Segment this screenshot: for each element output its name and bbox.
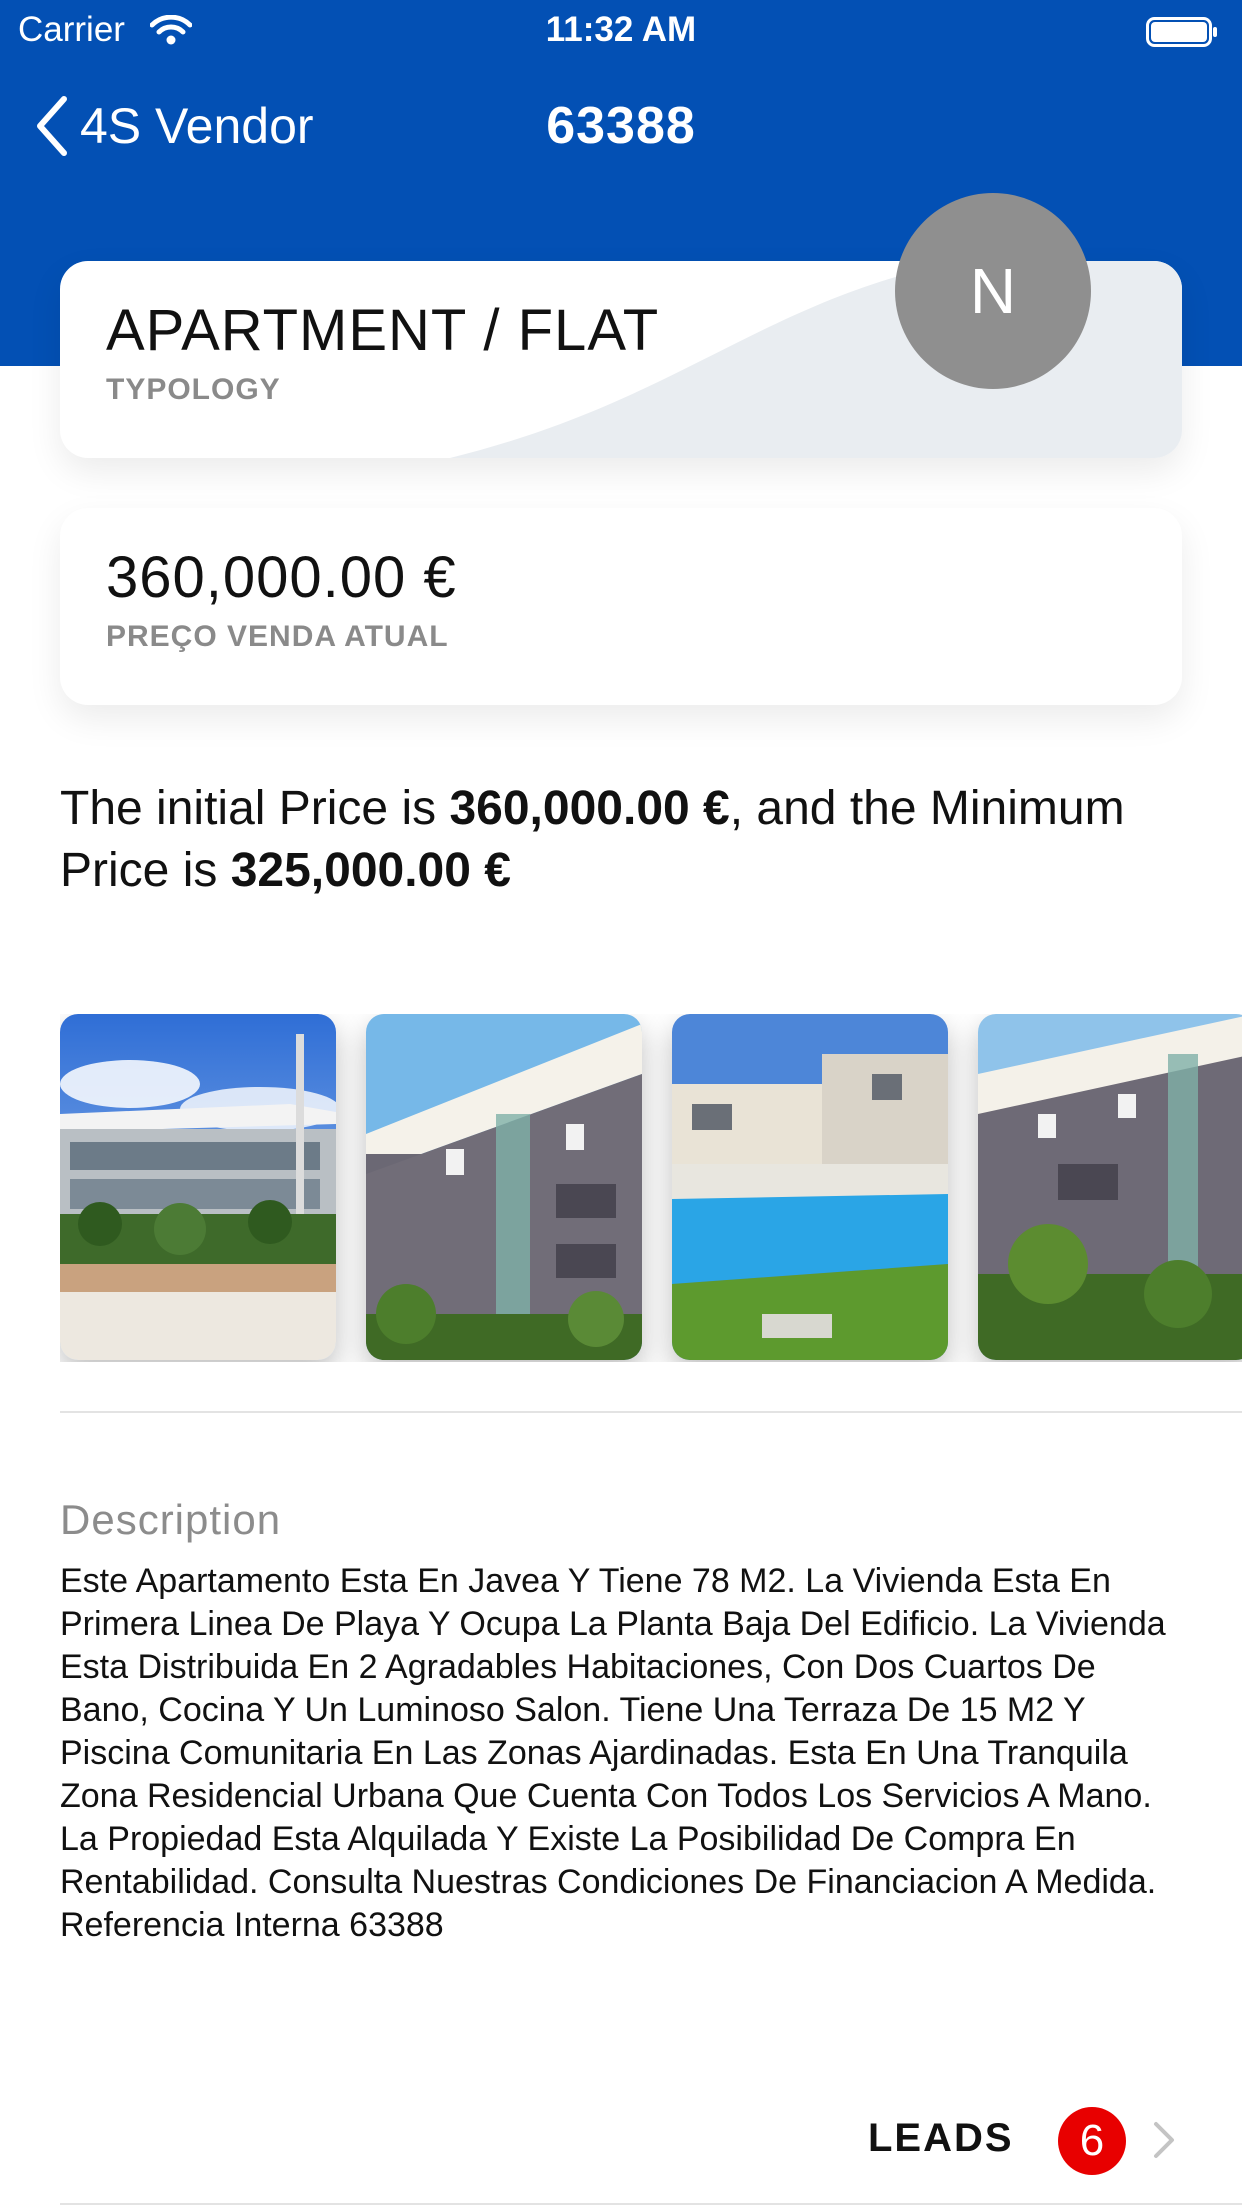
divider [60,1411,1242,1413]
initial-price: 360,000.00 € [449,782,730,835]
description-text: Este Apartamento Esta En Javea Y Tiene 7… [60,1562,1166,1944]
price-value: 360,000.00 € [106,545,457,610]
typology-caption: TYPOLOGY [106,373,281,406]
leads-button[interactable]: LEADS 6 [800,2100,1200,2184]
leads-count-badge: 6 [1058,2107,1126,2175]
avatar[interactable]: N [895,193,1091,389]
leads-label: LEADS [868,2116,1014,2160]
gallery-photo[interactable] [672,1014,948,1360]
price-summary: The initial Price is 360,000.00 €, and t… [60,778,1180,902]
gallery-photo[interactable] [60,1014,336,1360]
gallery-photo[interactable] [366,1014,642,1360]
price-caption: PREÇO VENDA ATUAL [106,620,449,653]
chevron-right-icon [1154,2122,1174,2158]
navigation-bar: 4S Vendor 63388 [0,80,1242,172]
price-summary-text-1: The initial Price is [60,782,450,835]
gallery-photo[interactable] [978,1014,1242,1360]
description-label: Description [60,1496,282,1543]
typology-value: APARTMENT / FLAT [106,298,660,363]
bottom-divider [60,2203,1242,2205]
minimum-price: 325,000.00 € [230,844,511,897]
status-time: 11:32 AM [545,10,697,49]
status-bar: Carrier 11:32 AM [0,0,1242,62]
battery-icon [1146,16,1218,47]
photo-gallery[interactable] [60,1014,1242,1362]
page-title: 63388 [546,97,696,155]
price-card: 360,000.00 € PREÇO VENDA ATUAL [60,508,1182,705]
